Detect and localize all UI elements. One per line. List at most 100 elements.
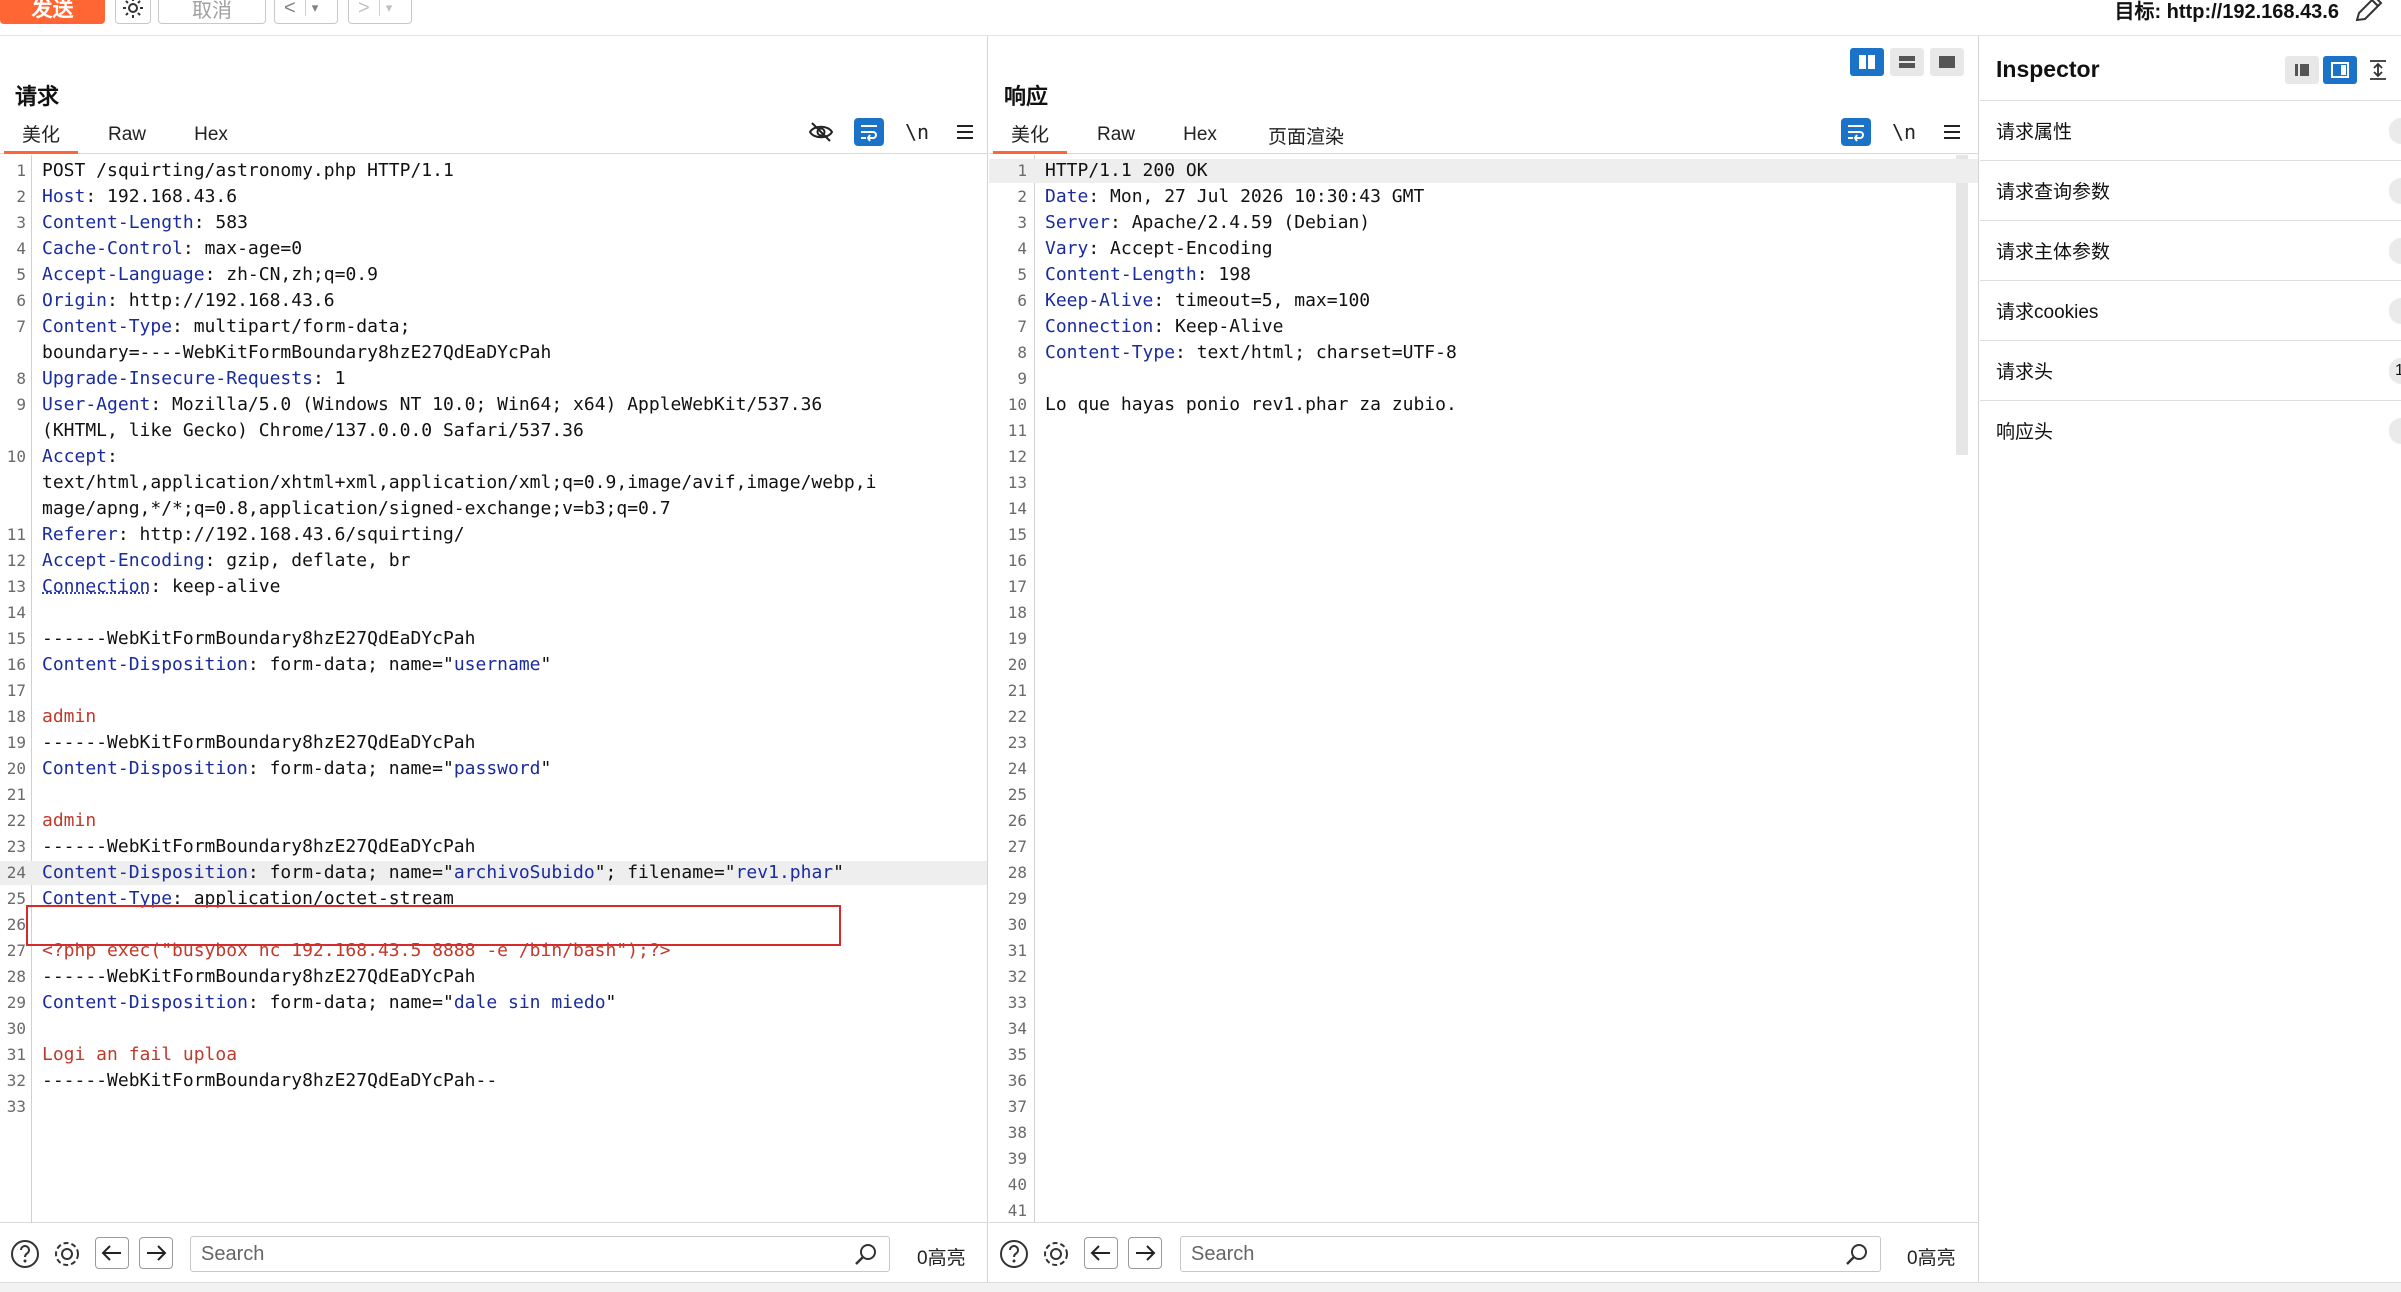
show-newlines-button[interactable]: \n [1889, 118, 1919, 146]
help-button[interactable] [8, 1237, 42, 1271]
menu-button[interactable] [950, 118, 980, 146]
inspector-panel-view-button[interactable] [2323, 56, 2357, 84]
code-text: Date: Mon, 27 Jul 2026 10:30:43 GMT [1045, 185, 1424, 209]
send-button[interactable]: 发送 [0, 0, 105, 24]
cancel-button[interactable]: 取消 [158, 0, 266, 24]
chevron-down-icon[interactable]: ▾ [378, 0, 399, 16]
search-input[interactable] [201, 1237, 839, 1271]
request-editor[interactable]: 1 POST /squirting/astronomy.php HTTP/1.1 2… [0, 155, 987, 1222]
line-number: 39 [1007, 1149, 1027, 1168]
layout-tabs-button[interactable] [1930, 48, 1964, 76]
code-line: 1 POST /squirting/astronomy.php HTTP/1.1 [0, 159, 987, 183]
inspector-list-view-button[interactable] [2285, 56, 2319, 84]
header-name: Server [1045, 212, 1111, 233]
line-number: 11 [6, 525, 26, 544]
arrow-right-icon [1136, 1245, 1156, 1261]
tab-hex[interactable]: Hex [1165, 116, 1235, 154]
code-text: User-Agent: Mozilla/5.0 (Windows NT 10.0… [42, 393, 822, 417]
layout-side-by-side-button[interactable] [1850, 48, 1884, 76]
history-forward-button[interactable]: > ▾ [348, 0, 412, 24]
code-line: 1 HTTP/1.1 200 OK [989, 159, 1978, 183]
hide-nonprintable-button[interactable] [806, 118, 836, 146]
line-number: 18 [6, 707, 26, 726]
code-line: 16 [989, 549, 1978, 573]
inspector-section[interactable]: 请求主体参数 [1980, 220, 2401, 280]
code-text: admin [42, 705, 96, 729]
search-prev-button[interactable] [95, 1237, 129, 1269]
code-line: 41 [989, 1199, 1978, 1222]
inspector-count-badge [2389, 178, 2401, 204]
line-number: 38 [1007, 1123, 1027, 1142]
status-bar [0, 1282, 2401, 1292]
line-number: 14 [1007, 499, 1027, 518]
inspector-count-badge [2389, 418, 2401, 444]
search-settings-button[interactable] [50, 1237, 84, 1271]
show-newlines-button[interactable]: \n [902, 118, 932, 146]
code-text: Server: Apache/2.4.59 (Debian) [1045, 211, 1370, 235]
search-input[interactable] [1191, 1237, 1830, 1271]
history-back-button[interactable]: < ▾ [274, 0, 338, 24]
code-line: 4 Vary: Accept-Encoding [989, 237, 1978, 261]
tab-hex[interactable]: Hex [176, 116, 246, 154]
line-number: 8 [1017, 343, 1027, 362]
word-wrap-button[interactable] [1841, 118, 1871, 146]
code-line: 5 Content-Length: 198 [989, 263, 1978, 287]
search-next-button[interactable] [139, 1237, 173, 1269]
code-text: POST /squirting/astronomy.php HTTP/1.1 [42, 159, 454, 183]
code-text: ------WebKitFormBoundary8hzE27QdEaDYcPah… [42, 1069, 497, 1093]
tab-pretty[interactable]: 美化 [4, 116, 78, 154]
edit-target-button[interactable] [2351, 0, 2387, 24]
tab-render[interactable]: 页面渲染 [1251, 116, 1361, 154]
header-name: Host [42, 186, 86, 207]
tab-pretty[interactable]: 美化 [993, 116, 1067, 154]
code-segment: : Mon, 27 Jul 2026 10:30:43 GMT [1088, 186, 1425, 207]
line-number: 25 [1007, 785, 1027, 804]
code-text: Accept-Encoding: gzip, deflate, br [42, 549, 410, 573]
code-line: 14 [0, 601, 987, 625]
line-number: 15 [1007, 525, 1027, 544]
line-number: 35 [1007, 1045, 1027, 1064]
tab-raw[interactable]: Raw [1081, 116, 1151, 154]
help-button[interactable] [997, 1237, 1031, 1271]
code-line: 37 [989, 1095, 1978, 1119]
chevron-down-icon[interactable]: ▾ [304, 0, 325, 16]
search-settings-button[interactable] [1039, 1237, 1073, 1271]
line-number: 13 [6, 577, 26, 596]
line-number: 17 [6, 681, 26, 700]
inspector-section[interactable]: 请求查询参数 [1980, 160, 2401, 220]
inspector-section[interactable]: 请求头 1 [1980, 340, 2401, 400]
search-prev-button[interactable] [1084, 1237, 1118, 1269]
code-text: Keep-Alive: timeout=5, max=100 [1045, 289, 1370, 313]
layout-toggle [1850, 48, 1964, 76]
inspector-section[interactable]: 请求属性 [1980, 100, 2401, 160]
inspector-section[interactable]: 响应头 [1980, 400, 2401, 460]
code-line: 25 [989, 783, 1978, 807]
menu-button[interactable] [1937, 118, 1967, 146]
code-segment: : 198 [1196, 264, 1251, 285]
code-line: 8 Content-Type: text/html; charset=UTF-8 [989, 341, 1978, 365]
inspector-collapse-button[interactable] [2361, 56, 2395, 84]
response-editor[interactable]: 1 HTTP/1.1 200 OK 2 Date: Mon, 27 Jul 2026 … [989, 155, 1978, 1222]
line-number: 31 [6, 1045, 26, 1064]
code-line: 12 Accept-Encoding: gzip, deflate, br [0, 549, 987, 573]
tab-raw[interactable]: Raw [92, 116, 162, 154]
code-segment: : gzip, deflate, br [204, 550, 411, 571]
layout-stacked-button[interactable] [1890, 48, 1924, 76]
code-segment: ------WebKitFormBoundary8hzE27QdEaDYcPah… [42, 1070, 498, 1091]
search-next-button[interactable] [1128, 1237, 1162, 1269]
inspector-count-badge [2389, 118, 2401, 144]
inspector-count-badge: 1 [2389, 358, 2401, 384]
inspector-section[interactable]: 请求cookies [1980, 280, 2401, 340]
header-name: Accept [42, 446, 108, 467]
code-text: Content-Type: multipart/form-data; [42, 315, 410, 339]
code-segment: : 583 [193, 212, 248, 233]
code-segment: mage/apng,*/*;q=0.8,application/signed-e… [42, 498, 671, 519]
code-segment: : multipart/form-data; [172, 316, 411, 337]
body-value: admin [42, 810, 97, 831]
code-text: ------WebKitFormBoundary8hzE27QdEaDYcPah [42, 627, 475, 651]
code-line: 16 Content-Disposition: form-data; name="… [0, 653, 987, 677]
code-text: text/html,application/xhtml+xml,applicat… [42, 471, 876, 495]
send-settings-button[interactable] [115, 0, 151, 24]
response-tabs: 美化 Raw Hex 页面渲染 [989, 116, 1978, 154]
word-wrap-button[interactable] [854, 118, 884, 146]
